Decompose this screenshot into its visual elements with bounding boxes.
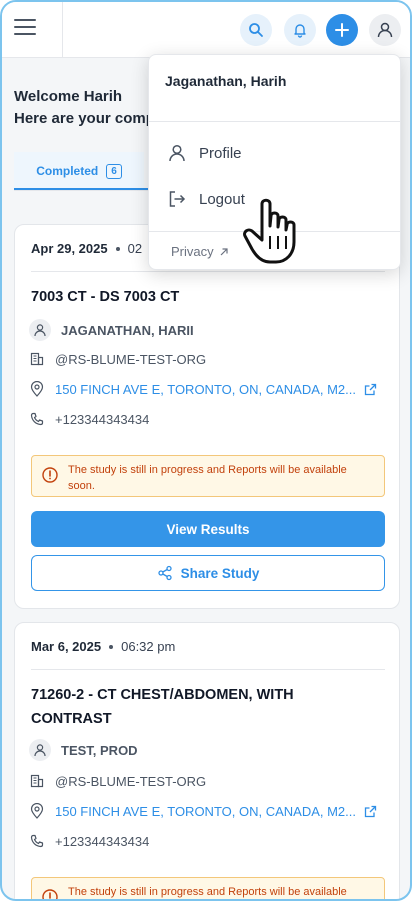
separator-dot bbox=[109, 644, 114, 649]
external-link-icon[interactable] bbox=[364, 805, 377, 818]
location-pin-icon bbox=[29, 803, 45, 819]
org-row: @RS-BLUME-TEST-ORG bbox=[29, 351, 206, 367]
org-name: @RS-BLUME-TEST-ORG bbox=[55, 351, 207, 367]
date-row: Apr 29, 2025 02 bbox=[31, 241, 142, 256]
warning-icon bbox=[42, 889, 58, 899]
in-progress-alert: The study is still in progress and Repor… bbox=[31, 877, 385, 899]
divider bbox=[62, 2, 63, 58]
patient-name: TEST, PROD bbox=[61, 742, 138, 758]
menu-item-logout[interactable]: Logout bbox=[167, 189, 245, 209]
add-button[interactable] bbox=[326, 14, 358, 46]
tab-label: Completed bbox=[36, 164, 99, 178]
study-date: Mar 6, 2025 bbox=[31, 639, 102, 654]
app-frame: Welcome Harih Here are your comp Complet… bbox=[0, 0, 412, 901]
user-icon bbox=[169, 144, 185, 162]
date-row: Mar 6, 2025 06:32 pm bbox=[31, 639, 175, 654]
tab-count-badge: 6 bbox=[106, 163, 122, 179]
menu-item-profile[interactable]: Profile bbox=[167, 143, 242, 163]
org-name: @RS-BLUME-TEST-ORG bbox=[55, 773, 207, 789]
menu-item-label: Logout bbox=[199, 190, 245, 208]
study-time: 06:32 pm bbox=[121, 639, 176, 654]
phone-icon bbox=[29, 411, 45, 427]
separator-dot bbox=[115, 246, 120, 251]
view-results-button[interactable]: View Results bbox=[31, 511, 385, 547]
warning-icon bbox=[42, 467, 58, 483]
tab-completed[interactable]: Completed 6 bbox=[14, 152, 144, 190]
patient-row: JAGANATHAN, HARII bbox=[29, 319, 194, 341]
plus-icon bbox=[335, 23, 349, 37]
search-button[interactable] bbox=[240, 14, 272, 46]
external-link-icon[interactable] bbox=[364, 383, 377, 396]
card-divider bbox=[31, 669, 385, 670]
menu-user-name: Jaganathan, Harih bbox=[165, 73, 287, 89]
phone-row: +123344343434 bbox=[29, 833, 149, 849]
study-title: 7003 CT - DS 7003 CT bbox=[31, 289, 180, 305]
address-row[interactable]: 150 FINCH AVE E, TORONTO, ON, CANADA, M2… bbox=[29, 803, 377, 819]
phone-row: +123344343434 bbox=[29, 411, 149, 427]
location-pin-icon bbox=[29, 381, 45, 397]
alert-text: The study is still in progress and Repor… bbox=[68, 886, 347, 898]
menu-item-label: Profile bbox=[199, 144, 242, 162]
study-time: 02 bbox=[127, 241, 143, 256]
address-link[interactable]: 150 FINCH AVE E, TORONTO, ON, CANADA, M2… bbox=[55, 804, 356, 819]
in-progress-alert: The study is still in progress and Repor… bbox=[31, 455, 385, 497]
study-title: 71260-2 - CT CHEST/ABDOMEN, WITH CONTRAS… bbox=[31, 687, 294, 727]
study-card: Apr 29, 2025 02 7003 CT - DS 7003 CT JAG… bbox=[14, 224, 400, 609]
patient-name: JAGANATHAN, HARII bbox=[61, 322, 194, 338]
welcome-line1: Welcome Harih bbox=[14, 88, 123, 105]
patient-avatar-icon bbox=[29, 319, 51, 341]
address-row[interactable]: 150 FINCH AVE E, TORONTO, ON, CANADA, M2… bbox=[29, 381, 377, 397]
user-icon bbox=[377, 22, 393, 38]
address-link[interactable]: 150 FINCH AVE E, TORONTO, ON, CANADA, M2… bbox=[55, 382, 356, 397]
org-row: @RS-BLUME-TEST-ORG bbox=[29, 773, 206, 789]
patient-row: TEST, PROD bbox=[29, 739, 138, 761]
building-icon bbox=[29, 773, 45, 789]
card-divider bbox=[31, 271, 385, 272]
phone-icon bbox=[29, 833, 45, 849]
phone-number: +123344343434 bbox=[55, 411, 150, 427]
search-icon bbox=[249, 23, 263, 37]
phone-number: +123344343434 bbox=[55, 833, 150, 849]
hand-pointer-icon bbox=[243, 198, 296, 264]
notifications-button[interactable] bbox=[284, 14, 316, 46]
share-study-button[interactable]: Share Study bbox=[31, 555, 385, 591]
building-icon bbox=[29, 351, 45, 367]
privacy-link[interactable]: Privacy bbox=[171, 244, 229, 259]
logout-icon bbox=[169, 191, 186, 207]
alert-text: The study is still in progress and Repor… bbox=[68, 464, 347, 492]
arrow-up-right-icon bbox=[220, 247, 228, 255]
user-menu-button[interactable] bbox=[369, 14, 401, 46]
menu-icon[interactable] bbox=[14, 16, 36, 38]
privacy-label: Privacy bbox=[171, 244, 214, 259]
menu-divider bbox=[149, 121, 400, 122]
share-study-label: Share Study bbox=[180, 565, 260, 581]
share-icon bbox=[157, 565, 172, 581]
bell-icon bbox=[294, 24, 306, 38]
study-date: Apr 29, 2025 bbox=[31, 241, 108, 256]
study-card: Mar 6, 2025 06:32 pm 71260-2 - CT CHEST/… bbox=[14, 622, 400, 899]
top-bar bbox=[2, 2, 410, 58]
patient-avatar-icon bbox=[29, 739, 51, 761]
